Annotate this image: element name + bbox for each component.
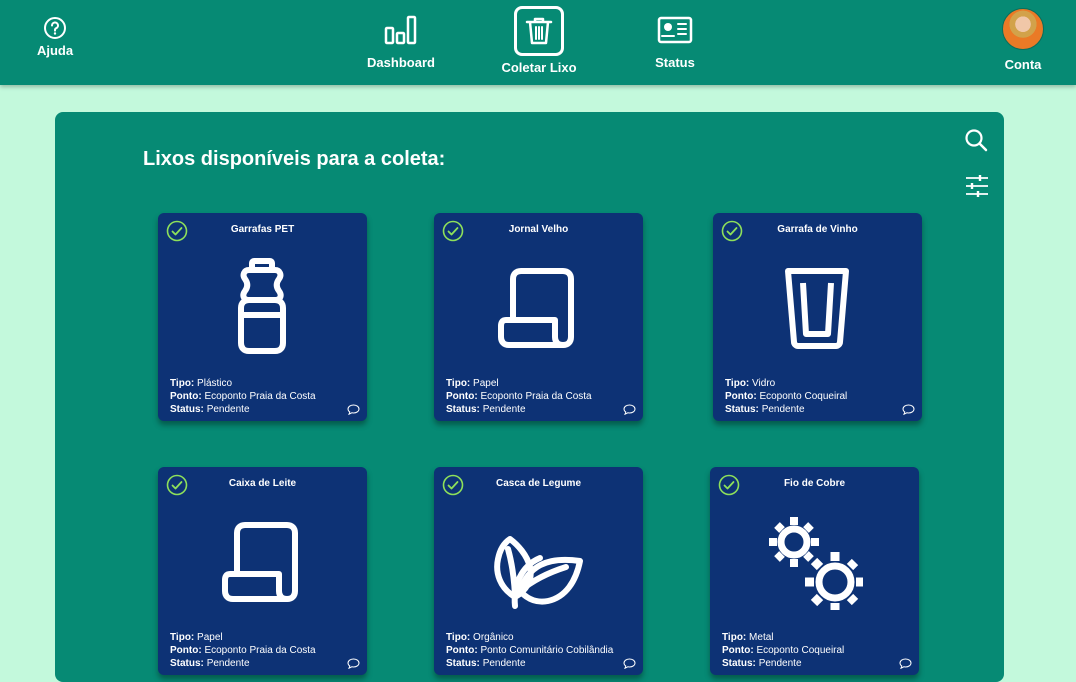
waste-list-panel: Lixos disponíveis para a coleta: Garrafa… — [55, 112, 1004, 682]
card-point: Ecoponto Praia da Costa — [204, 645, 316, 656]
status-label: Status — [655, 55, 695, 70]
coletar-label: Coletar Lixo — [501, 60, 577, 75]
help-icon — [44, 17, 66, 39]
card-point: Ecoponto Coqueiral — [759, 391, 848, 402]
card-status: Pendente — [482, 404, 526, 415]
nav-status[interactable]: Status — [645, 14, 705, 70]
waste-card[interactable]: Casca de Legume Tipo: Orgânico Ponto: Po… — [434, 467, 643, 675]
card-status: Pendente — [482, 658, 526, 669]
waste-card[interactable]: Jornal Velho Tipo: Papel Ponto: Ecoponto… — [434, 213, 643, 421]
card-point: Ecoponto Praia da Costa — [204, 391, 316, 402]
top-navigation-bar: Ajuda Dashboard Coletar Lixo Status Cont… — [0, 0, 1076, 85]
card-type: Orgânico — [473, 632, 514, 643]
card-status: Pendente — [761, 404, 805, 415]
card-title: Garrafa de Vinho — [777, 224, 858, 235]
paper-icon — [498, 268, 574, 348]
card-info: Tipo: Vidro Ponto: Ecoponto Coqueiral St… — [725, 378, 848, 415]
nav-dashboard[interactable]: Dashboard — [361, 14, 441, 70]
card-status: Pendente — [758, 658, 802, 669]
card-info: Tipo: Plástico Ponto: Ecoponto Praia da … — [170, 378, 316, 415]
help-label: Ajuda — [36, 43, 74, 58]
avatar — [1002, 8, 1044, 50]
card-info: Tipo: Orgânico Ponto: Ponto Comunitário … — [446, 632, 614, 669]
card-point: Ecoponto Coqueiral — [756, 645, 845, 656]
card-type: Metal — [749, 632, 774, 643]
account-button[interactable]: Conta — [995, 8, 1051, 72]
card-title: Jornal Velho — [508, 224, 569, 235]
card-type: Plástico — [197, 378, 233, 389]
card-title: Caixa de Leite — [228, 478, 297, 489]
card-type: Papel — [197, 632, 223, 643]
waste-card[interactable]: Caixa de Leite Tipo: Papel Ponto: Ecopon… — [158, 467, 367, 675]
waste-card[interactable]: Garrafas PET Tipo: Plástico Ponto: Ecopo… — [158, 213, 367, 421]
chat-bubble-icon[interactable] — [899, 658, 912, 669]
card-status: Pendente — [206, 658, 250, 669]
chat-bubble-icon[interactable] — [623, 404, 636, 415]
card-title: Fio de Cobre — [783, 478, 846, 489]
card-status: Pendente — [206, 404, 250, 415]
gears-icon — [769, 517, 863, 610]
account-label: Conta — [1004, 57, 1042, 72]
card-point: Ecoponto Praia da Costa — [480, 391, 592, 402]
chat-bubble-icon[interactable] — [347, 404, 360, 415]
dashboard-label: Dashboard — [367, 55, 435, 70]
chat-bubble-icon[interactable] — [347, 658, 360, 669]
card-info: Tipo: Metal Ponto: Ecoponto Coqueiral St… — [722, 632, 845, 669]
card-info: Tipo: Papel Ponto: Ecoponto Praia da Cos… — [446, 378, 592, 415]
leaf-icon — [494, 536, 583, 609]
page-title: Lixos disponíveis para a coleta: — [143, 148, 446, 170]
chat-bubble-icon[interactable] — [623, 658, 636, 669]
waste-card[interactable]: Garrafa de Vinho Tipo: Vidro Ponto: Ecop… — [713, 213, 922, 421]
card-type: Papel — [473, 378, 499, 389]
waste-card[interactable]: Fio de Cobre Tipo: Metal Ponto: Ecoponto… — [710, 467, 919, 675]
status-card-icon — [657, 16, 693, 44]
card-title: Garrafas PET — [230, 224, 295, 235]
bar-chart-icon — [384, 15, 417, 45]
card-info: Tipo: Papel Ponto: Ecoponto Praia da Cos… — [170, 632, 316, 669]
chat-bubble-icon[interactable] — [902, 404, 915, 415]
card-type: Vidro — [752, 378, 776, 389]
card-point: Ponto Comunitário Cobilândia — [480, 645, 614, 656]
filter-sliders-icon[interactable] — [965, 174, 989, 198]
search-icon[interactable] — [963, 127, 989, 153]
nav-coletar-lixo[interactable]: Coletar Lixo — [492, 6, 586, 75]
bottle-icon — [238, 258, 286, 354]
paper-icon — [222, 522, 298, 602]
trash-icon — [514, 6, 564, 56]
glass-icon — [785, 268, 849, 349]
card-title: Casca de Legume — [495, 478, 582, 489]
help-button[interactable]: Ajuda — [30, 16, 80, 58]
